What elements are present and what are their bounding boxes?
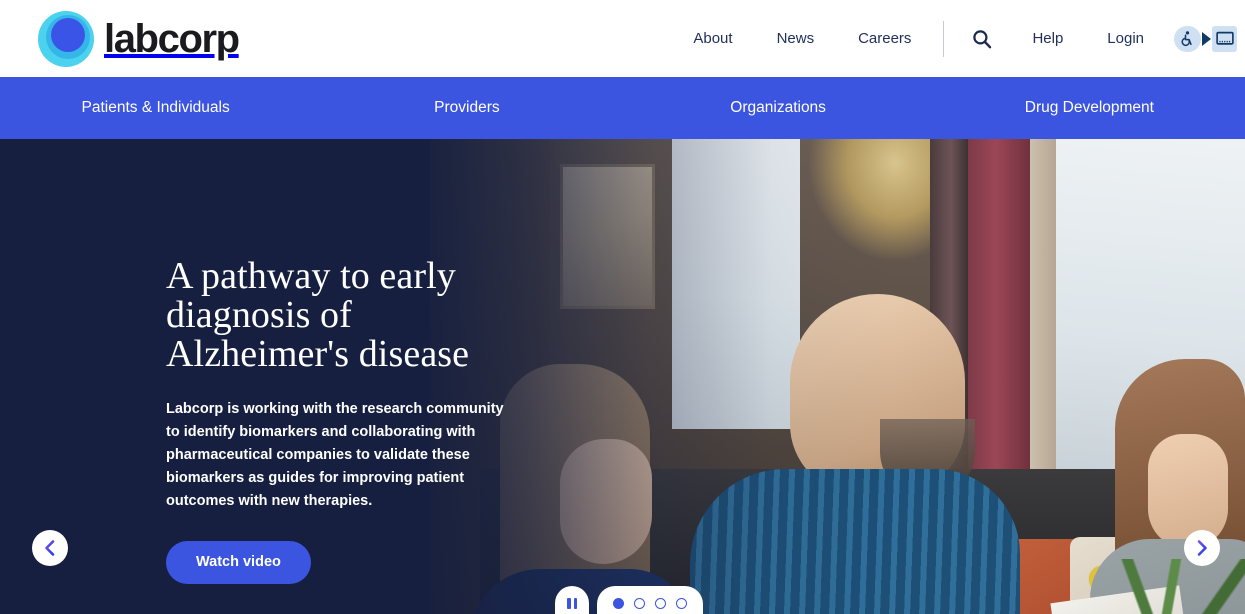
primary-nav-item-patients[interactable]: Patients & Individuals [0,77,311,139]
topnav-link-careers[interactable]: Careers [836,0,933,77]
carousel-controls [555,586,703,614]
carousel-dot-2[interactable] [634,597,645,609]
primary-nav-item-drug-development[interactable]: Drug Development [934,77,1245,139]
primary-nav-item-providers[interactable]: Providers [311,77,622,139]
logo-wordmark: labcorp [104,16,240,61]
topnav-link-help[interactable]: Help [1010,0,1085,77]
hero-carousel: A pathway to early diagnosis of Alzheime… [0,139,1245,614]
watch-video-button[interactable]: Watch video [166,541,311,584]
primary-nav: Patients & Individuals Providers Organiz… [0,77,1245,139]
accessibility-widget[interactable] [1174,25,1237,52]
pause-icon[interactable] [555,586,589,614]
hero-title: A pathway to early diagnosis of Alzheime… [166,255,470,375]
carousel-dot-1[interactable] [613,597,624,609]
site-header: labcorp About News Careers Help Login [0,0,1245,77]
carousel-next-button[interactable] [1184,530,1220,566]
chevron-right-icon [1197,540,1207,556]
primary-nav-item-organizations[interactable]: Organizations [623,77,934,139]
carousel-prev-button[interactable] [32,530,68,566]
wheelchair-accessibility-icon[interactable] [1174,25,1201,52]
chevron-left-icon [45,540,55,556]
hero-description: Labcorp is working with the research com… [166,401,504,509]
carousel-dot-3[interactable] [655,597,666,609]
hero-content: A pathway to early diagnosis of Alzheime… [166,257,526,584]
screen-reader-icon[interactable] [1212,25,1237,52]
topnav-link-news[interactable]: News [755,0,837,77]
carousel-dot-4[interactable] [676,597,687,609]
topnav-link-login[interactable]: Login [1085,0,1166,77]
carousel-dots [597,586,703,614]
utility-nav: About News Careers Help Login [671,0,1245,77]
play-arrow-icon [1202,31,1211,46]
labcorp-circle-logo [38,10,94,67]
search-icon[interactable] [954,29,1010,49]
topnav-link-about[interactable]: About [671,0,754,77]
nav-divider [943,20,945,57]
logo-link[interactable]: labcorp [38,10,240,67]
